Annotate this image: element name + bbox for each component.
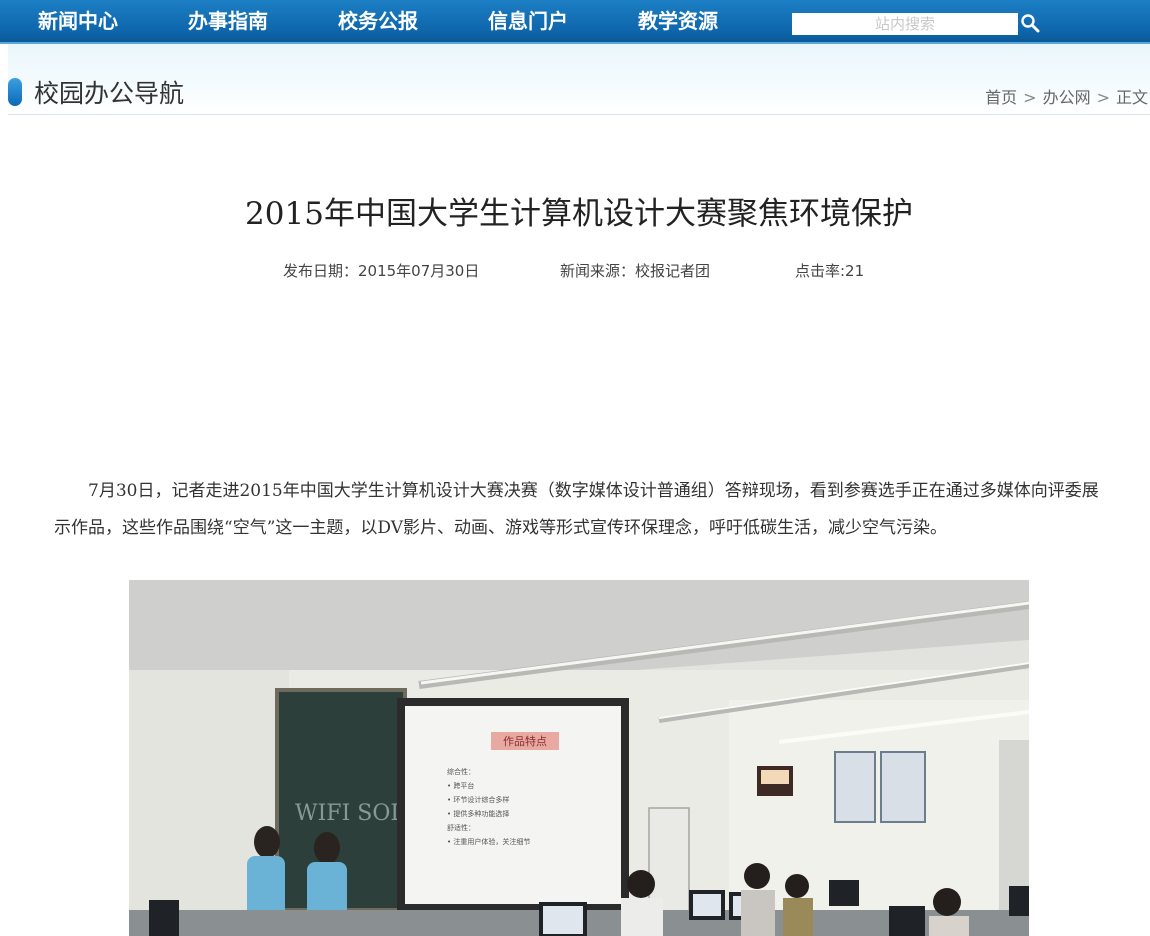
article-paragraph: 7月30日，记者走进2015年中国大学生计算机设计大赛决赛（数字媒体设计普通组）… [54, 481, 1099, 538]
search-input[interactable] [792, 13, 1018, 35]
article-photo: WIFI SOLO 作品特点 综合性： • 跨平台 • 环节设计综合多样 • 提… [129, 580, 1029, 936]
slide-line: 综合性： [447, 767, 475, 776]
breadcrumb: 首页 > 办公网 > 正文 [985, 84, 1148, 108]
section-marker [8, 78, 22, 106]
article-title: 2015年中国大学生计算机设计大赛聚焦环境保护 [245, 196, 913, 232]
publish-date: 发布日期：2015年07月30日 [283, 262, 480, 280]
nav-item-news[interactable]: 新闻中心 [38, 6, 118, 36]
search-icon [1021, 14, 1040, 33]
news-source: 新闻来源：校报记者团 [560, 262, 711, 280]
breadcrumb-home[interactable]: 首页 [985, 88, 1017, 107]
slide-line: • 跨平台 [447, 781, 474, 790]
breadcrumb-office[interactable]: 办公网 [1043, 88, 1091, 107]
breadcrumb-separator: > [1096, 88, 1110, 107]
location-bar: 校园办公导航 首页 > 办公网 > 正文 [8, 44, 1150, 115]
slide-line: • 提供多种功能选择 [447, 809, 509, 818]
search-button[interactable] [1019, 12, 1043, 36]
breadcrumb-separator: > [1023, 88, 1037, 107]
slide-title: 作品特点 [503, 734, 547, 748]
nav-item-guide[interactable]: 办事指南 [188, 6, 268, 36]
click-count: 点击率:21 [795, 262, 865, 280]
breadcrumb-current: 正文 [1115, 88, 1148, 107]
slide-line: • 环节设计综合多样 [447, 795, 509, 804]
section-title: 校园办公导航 [34, 79, 185, 108]
nav-item-bulletin[interactable]: 校务公报 [338, 6, 418, 36]
top-nav: 新闻中心 办事指南 校务公报 信息门户 教学资源 [0, 0, 1150, 44]
slide-line: 舒适性： [447, 823, 475, 832]
classroom-photo: WIFI SOLO 作品特点 综合性： • 跨平台 • 环节设计综合多样 • 提… [129, 580, 1029, 936]
nav-item-portal[interactable]: 信息门户 [488, 6, 568, 36]
nav-item-resources[interactable]: 教学资源 [638, 6, 718, 36]
slide-line: • 注重用户体验，关注细节 [447, 837, 530, 846]
